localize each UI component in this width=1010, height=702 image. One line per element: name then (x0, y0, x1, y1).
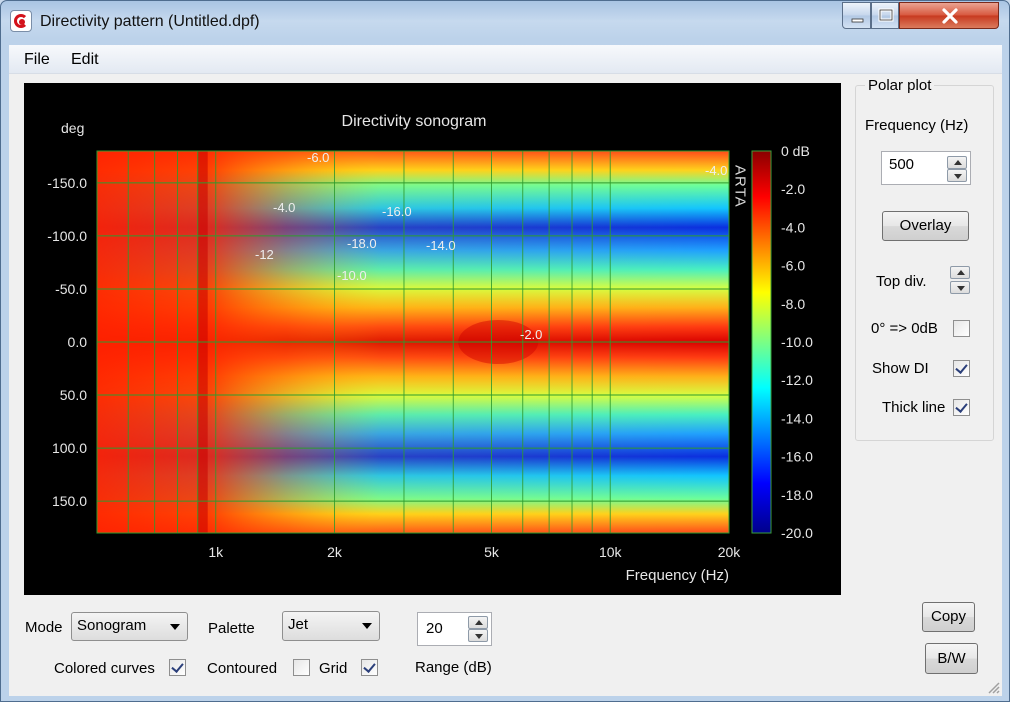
chevron-down-icon (362, 623, 372, 629)
maximize-button[interactable] (871, 2, 899, 29)
colorbar-tick-label: -20.0 (781, 525, 813, 541)
sonogram-plot[interactable]: Directivity sonogram deg Frequency (Hz) … (24, 83, 841, 595)
mode-select[interactable]: Sonogram (71, 612, 188, 641)
app-window: Directivity pattern (Untitled.dpf) File … (0, 0, 1010, 702)
colorbar-tick-label: -14.0 (781, 410, 813, 426)
top-div-spinner[interactable] (950, 266, 970, 296)
contoured-checkbox[interactable] (293, 659, 310, 676)
bw-button[interactable]: B/W (925, 643, 978, 674)
app-icon[interactable] (10, 10, 32, 32)
range-up-button[interactable] (468, 616, 488, 629)
thick-line-label: Thick line (882, 399, 946, 416)
contour-label: -2.0 (520, 327, 542, 342)
menu-edit[interactable]: Edit (71, 51, 99, 69)
thick-line-checkbox[interactable] (953, 399, 970, 416)
menu-file[interactable]: File (24, 51, 50, 69)
palette-label: Palette (208, 620, 255, 637)
chevron-down-icon (170, 624, 180, 630)
contour-label: -10.0 (337, 268, 367, 283)
y-tick-labels: -150.0 -100.0 -50.0 0.0 50.0 100.0 150.0 (47, 175, 87, 509)
y-tick-label: -50.0 (55, 281, 87, 297)
colorbar-tick-label: -6.0 (781, 258, 805, 274)
contour-label: -16.0 (382, 204, 412, 219)
minimize-icon (851, 18, 864, 23)
mode-label: Mode (25, 619, 63, 636)
palette-select[interactable]: Jet (282, 611, 380, 641)
contour-label: -6.0 (307, 150, 329, 165)
top-div-down-button[interactable] (950, 281, 970, 294)
colorbar-tick-label: -4.0 (781, 219, 805, 235)
polar-group-title: Polar plot (865, 77, 935, 94)
y-tick-label: 150.0 (52, 493, 87, 509)
colorbar-ticks: 0 dB -2.0 -4.0 -6.0 -8.0 -10.0 -12.0 -14.0 -16.0… (781, 143, 813, 541)
x-axis-label: Frequency (Hz) (626, 567, 729, 584)
frequency-label: Frequency (Hz) (865, 117, 969, 134)
x-tick-label: 20k (718, 544, 742, 560)
contour-label: -14.0 (426, 238, 456, 253)
frequency-up-button[interactable] (947, 156, 967, 169)
menu-bar: File Edit (9, 45, 1002, 74)
x-tick-labels: 1k 2k 5k 10k 20k (208, 544, 741, 560)
y-tick-label: 100.0 (52, 440, 87, 456)
colorbar-tick-label: -8.0 (781, 296, 805, 312)
zero-db-label: 0° => 0dB (871, 320, 938, 337)
x-tick-label: 2k (327, 544, 343, 560)
colorbar-tick-label: -12.0 (781, 372, 813, 388)
copy-button[interactable]: Copy (922, 602, 975, 632)
polar-plot-group: Polar plot Frequency (Hz) 500 Overlay To… (855, 77, 994, 441)
range-spinner[interactable]: 20 (417, 612, 492, 646)
top-div-up-button[interactable] (950, 266, 970, 279)
contour-label: -12 (255, 247, 274, 262)
contour-label: -4.0 (705, 163, 727, 178)
y-tick-label: -100.0 (47, 228, 87, 244)
arta-watermark: ARTA (732, 165, 749, 208)
colorbar-tick-label: -18.0 (781, 487, 813, 503)
plot-title: Directivity sonogram (342, 113, 487, 130)
colored-curves-label: Colored curves (54, 660, 155, 677)
frequency-value[interactable]: 500 (889, 156, 914, 173)
minimize-button[interactable] (842, 2, 871, 29)
show-di-label: Show DI (872, 360, 929, 377)
colorbar-tick-label: -16.0 (781, 449, 813, 465)
colorbar-tick-label: -2.0 (781, 181, 805, 197)
zero-db-checkbox[interactable] (953, 320, 970, 337)
close-icon (942, 8, 958, 24)
range-down-button[interactable] (468, 629, 488, 642)
resize-grip-icon[interactable] (986, 680, 1000, 694)
window-title: Directivity pattern (Untitled.dpf) (40, 13, 260, 30)
contoured-label: Contoured (207, 660, 278, 677)
contour-label: -4.0 (273, 200, 295, 215)
range-label: Range (dB) (415, 659, 492, 676)
sonogram-svg: Directivity sonogram deg Frequency (Hz) … (47, 113, 813, 584)
palette-value: Jet (288, 616, 309, 633)
overlay-button[interactable]: Overlay (882, 211, 969, 241)
maximize-icon (878, 8, 894, 22)
contour-label: -18.0 (347, 236, 377, 251)
x-tick-label: 1k (208, 544, 224, 560)
y-tick-label: 50.0 (60, 387, 87, 403)
colorbar-tick-label: 0 dB (781, 143, 810, 159)
y-axis-unit: deg (61, 120, 84, 136)
mode-value: Sonogram (77, 617, 147, 634)
colored-curves-checkbox[interactable] (169, 659, 186, 676)
y-tick-label: -150.0 (47, 175, 87, 191)
frequency-down-button[interactable] (947, 169, 967, 182)
x-tick-label: 10k (599, 544, 623, 560)
title-bar[interactable]: Directivity pattern (Untitled.dpf) (1, 1, 1009, 41)
client-area: File Edit Directivity sonogram deg Frequ… (9, 45, 1002, 696)
top-div-label: Top div. (876, 273, 927, 290)
colorbar (751, 150, 772, 534)
colorbar-tick-label: -10.0 (781, 334, 813, 350)
range-value[interactable]: 20 (426, 620, 443, 637)
y-tick-label: 0.0 (68, 334, 88, 350)
close-button[interactable] (899, 2, 999, 29)
x-tick-label: 5k (484, 544, 500, 560)
grid-checkbox[interactable] (361, 659, 378, 676)
grid-label: Grid (319, 660, 348, 677)
show-di-checkbox[interactable] (953, 360, 970, 377)
frequency-spinner[interactable]: 500 (881, 151, 971, 185)
